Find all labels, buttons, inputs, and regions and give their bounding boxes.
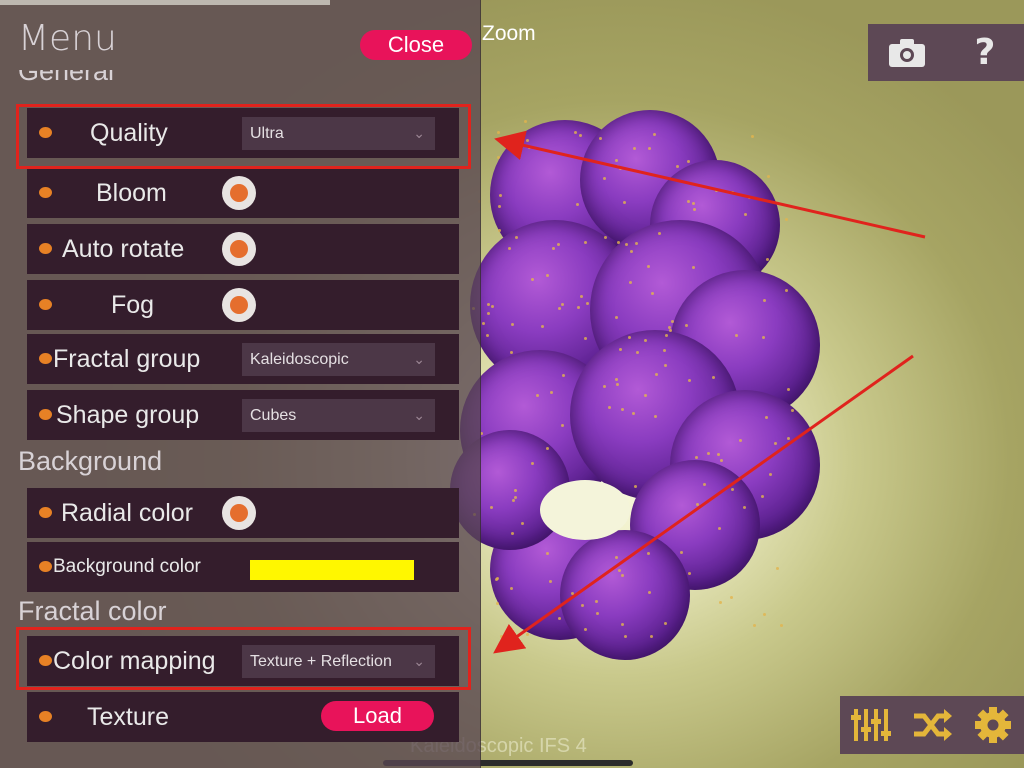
arrow-to-quality: [494, 130, 926, 239]
arrow-to-color-mapping: [493, 354, 914, 654]
annotation-arrows: [493, 130, 926, 654]
